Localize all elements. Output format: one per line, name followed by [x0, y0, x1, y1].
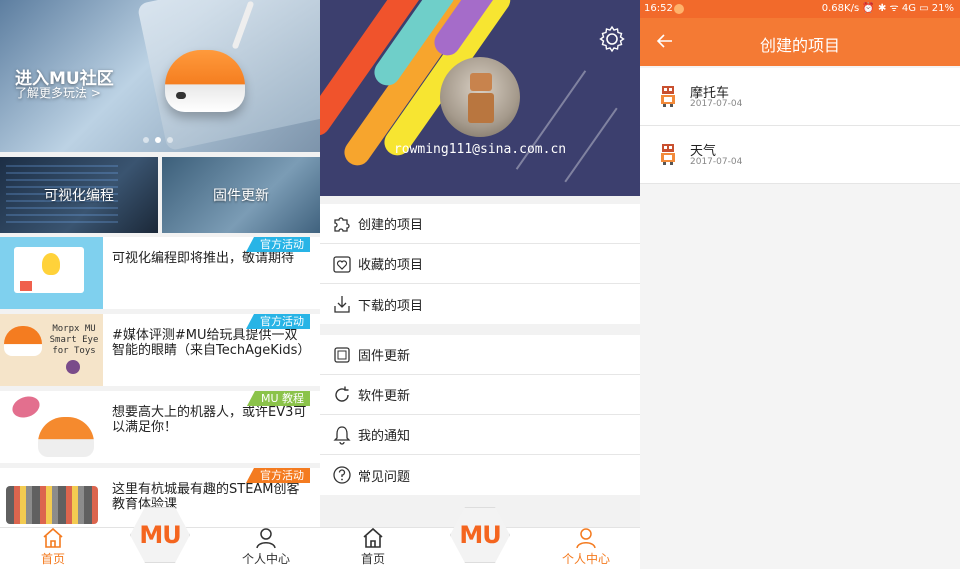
puzzle-icon [334, 216, 350, 232]
banner-robot-eye [176, 92, 186, 99]
user-email: rowming111@sina.com.cn [393, 142, 567, 157]
profile-header: rowming111@sina.com.cn [320, 0, 640, 196]
menu-label: 常见问题 [358, 469, 411, 485]
tile-label: 固件更新 [213, 188, 269, 204]
home-screen: 进入MU社区 了解更多玩法 > 可视化编程 固件更新 可视化编程即将推出，敬请期… [0, 0, 320, 569]
profile-screen: rowming111@sina.com.cn 创建的项目 收藏的项目 下载的项目… [320, 0, 640, 569]
menu-notifications[interactable]: 我的通知 [320, 415, 640, 455]
avatar[interactable] [440, 57, 520, 137]
thumb-robot [38, 417, 94, 457]
feature-tiles: 可视化编程 固件更新 [0, 157, 320, 233]
tile-visual-programming[interactable]: 可视化编程 [0, 157, 158, 233]
menu-label: 软件更新 [358, 389, 411, 404]
news-list: 可视化编程即将推出，敬请期待 官方活动 Morpx MU Smart Eye f… [0, 237, 320, 545]
banner-pager [143, 137, 173, 143]
menu-downloaded-projects[interactable]: 下载的项目 [320, 284, 640, 324]
menu-software-update[interactable]: 软件更新 [320, 375, 640, 415]
download-icon [334, 296, 350, 313]
banner-subtitle-link[interactable]: 了解更多玩法 > [15, 84, 101, 101]
menu-faq[interactable]: 常见问题 [320, 455, 640, 495]
news-tag: 官方活动 [246, 468, 310, 483]
menu-label: 收藏的项目 [358, 258, 424, 273]
thumb-caption: Morpx MU Smart Eye for Toys [49, 324, 99, 356]
home-icon [363, 527, 383, 548]
menu-group-settings: 固件更新 软件更新 我的通知 常见问题 [320, 335, 640, 495]
menu-firmware-update[interactable]: 固件更新 [320, 335, 640, 375]
tab-label: 个人中心 [241, 552, 290, 566]
robot-project-icon [661, 86, 675, 107]
chip-icon [334, 346, 350, 363]
menu-label: 创建的项目 [358, 218, 424, 233]
thumb-lego [6, 486, 98, 524]
project-date: 2017-07-04 [690, 99, 743, 109]
user-icon [576, 528, 596, 549]
news-thumbnail [0, 237, 103, 309]
news-tag: 官方活动 [246, 237, 310, 252]
home-icon [43, 527, 63, 548]
menu-label: 我的通知 [358, 429, 411, 444]
news-tag: 官方活动 [246, 314, 310, 329]
menu-created-projects[interactable]: 创建的项目 [320, 204, 640, 244]
mu-logo: MU [459, 521, 501, 549]
pager-dot-active[interactable] [155, 137, 161, 143]
question-icon [333, 466, 351, 484]
tab-profile[interactable]: 个人中心 [226, 527, 306, 567]
tab-home[interactable]: 首页 [333, 527, 413, 567]
thumb-robot [4, 326, 42, 356]
tab-label: 首页 [360, 552, 385, 566]
lightbulb-icon [42, 253, 60, 275]
thumb-bar [20, 281, 32, 291]
news-item[interactable]: 想要高大上的机器人，或许EV3可以满足你！ MU 教程 [0, 391, 320, 463]
pager-dot[interactable] [143, 137, 149, 143]
avatar-figure-head [470, 73, 492, 91]
avatar-figure-body [468, 93, 494, 123]
tile-firmware-update[interactable]: 固件更新 [162, 157, 320, 233]
thumb-toy [9, 392, 43, 422]
news-tag: MU 教程 [246, 391, 310, 406]
tile-label: 可视化编程 [44, 188, 114, 204]
bell-icon [333, 425, 351, 445]
status-time: 16:52 [644, 3, 673, 14]
tab-home[interactable]: 首页 [13, 527, 93, 567]
status-bar: 16:52 0.68K/s ⏰ ✱ ᯤ 4G ▭ 21% [640, 0, 960, 18]
menu-favorite-projects[interactable]: 收藏的项目 [320, 244, 640, 284]
mu-center-button[interactable]: MU [450, 507, 510, 563]
community-banner[interactable]: 进入MU社区 了解更多玩法 > [0, 0, 320, 152]
favorite-box-icon [333, 255, 351, 273]
refresh-icon [335, 386, 349, 402]
robot-project-icon [661, 144, 675, 165]
pager-dot[interactable] [167, 137, 173, 143]
news-item[interactable]: 可视化编程即将推出，敬请期待 官方活动 [0, 237, 320, 309]
menu-label: 下载的项目 [358, 298, 424, 314]
page-title: 创建的项目 [759, 36, 840, 55]
project-date: 2017-07-04 [690, 157, 743, 167]
project-list: 摩托车 2017-07-04 天气 2017-07-04 [640, 68, 960, 184]
project-item[interactable]: 天气 2017-07-04 [640, 126, 960, 184]
project-item[interactable]: 摩托车 2017-07-04 [640, 68, 960, 126]
tab-label: 首页 [40, 552, 65, 566]
projects-screen: 16:52 0.68K/s ⏰ ✱ ᯤ 4G ▭ 21% 创建的项目 摩托车 2… [640, 0, 960, 569]
tab-profile[interactable]: 个人中心 [546, 527, 626, 567]
news-thumbnail [0, 391, 103, 463]
mu-logo: MU [139, 521, 181, 549]
news-item[interactable]: Morpx MU Smart Eye for Toys #媒体评测#MU给玩具提… [0, 314, 320, 386]
tab-label: 个人中心 [561, 552, 610, 566]
menu-label: 固件更新 [358, 349, 411, 364]
app-bar: 创建的项目 [640, 18, 960, 66]
news-thumbnail: Morpx MU Smart Eye for Toys [0, 314, 103, 386]
status-indicators: 0.68K/s ⏰ ✱ ᯤ 4G ▭ 21% [821, 3, 954, 14]
user-icon [256, 528, 276, 549]
banner-robot-image [165, 50, 245, 112]
thumb-logo [66, 360, 80, 374]
notification-icon [674, 4, 684, 14]
gear-icon[interactable] [598, 25, 626, 53]
menu-group-projects: 创建的项目 收藏的项目 下载的项目 [320, 204, 640, 324]
mu-center-button[interactable]: MU [130, 507, 190, 563]
